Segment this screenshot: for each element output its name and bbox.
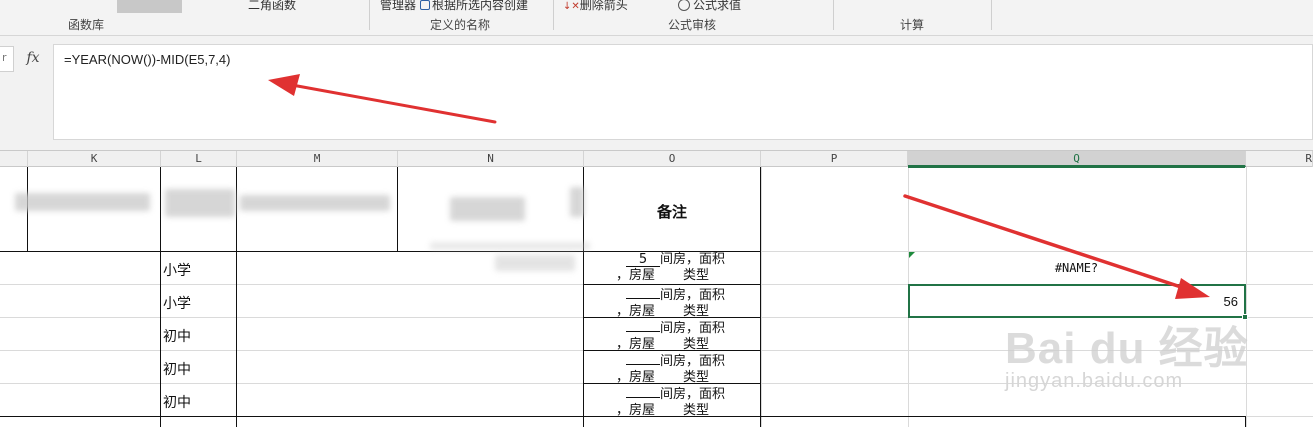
column-header-k[interactable]: K (28, 151, 161, 167)
column-header-p[interactable]: P (761, 151, 908, 167)
baidu-watermark-url: jingyan.baidu.com (1005, 370, 1184, 392)
table-border (160, 167, 161, 427)
house-prefix: ，房屋 (616, 403, 656, 418)
ribbon-separator (991, 0, 992, 30)
formula-bar: r fx =YEAR(NOW())-MID(E5,7,4) (0, 36, 1313, 150)
ribbon-button-evaluate-formula[interactable]: 公式求值 (678, 0, 741, 13)
ribbon-selected-button[interactable] (117, 0, 182, 13)
cell-o-row3[interactable]: 间房，面积 ，房屋 类型 (586, 318, 758, 353)
house-prefix: ，房屋 (616, 337, 656, 352)
cell-o-row2[interactable]: 间房，面积 ，房屋 类型 (586, 285, 758, 320)
table-border (760, 167, 761, 427)
type-suffix: 类型 (683, 304, 710, 319)
baidu-watermark-logo: Bai du 经验 (1005, 324, 1249, 373)
ribbon-button-create-from-selection[interactable]: 根据所选内容创建 (420, 0, 528, 13)
rooms-suffix: 间房，面积 (660, 321, 726, 336)
remove-arrows-label: 删除箭头 (579, 0, 628, 12)
redacted-text (430, 242, 590, 250)
redacted-text (570, 187, 584, 217)
ribbon-button-remove-arrows[interactable]: ↓✕删除箭头 (563, 0, 628, 13)
formula-input[interactable]: =YEAR(NOW())-MID(E5,7,4) (53, 44, 1313, 140)
create-from-selection-label: 根据所选内容创建 (432, 0, 529, 12)
rooms-count (626, 285, 660, 299)
cell-l-row3[interactable]: 初中 (163, 326, 191, 346)
house-prefix: ，房屋 (616, 268, 656, 283)
column-header-row: K L M N O P Q R (0, 150, 1313, 167)
type-suffix: 类型 (683, 268, 710, 283)
cell-l-row2[interactable]: 小学 (163, 293, 191, 313)
error-indicator-icon[interactable] (909, 252, 915, 258)
table-border (397, 167, 398, 251)
cell-l-row4[interactable]: 初中 (163, 359, 191, 379)
group-label-formula-auditing: 公式审核 (668, 18, 717, 32)
group-label-function-library: 函数库 (68, 18, 105, 32)
redacted-text (165, 189, 235, 217)
ribbon-button-trig-functions[interactable]: 二角函数 (248, 0, 296, 13)
cell-o-row1[interactable]: 5 间房，面积 ，房屋 类型 (586, 252, 758, 284)
evaluate-formula-icon (678, 0, 690, 11)
redacted-text (495, 255, 575, 271)
rooms-count: 5 (626, 253, 660, 267)
table-border (236, 167, 237, 427)
table-border (1245, 416, 1246, 427)
grid-line (761, 167, 762, 427)
name-box[interactable]: r (0, 46, 14, 72)
cell-q-error[interactable]: #NAME? (908, 261, 1245, 275)
cell-o-row4[interactable]: 间房，面积 ，房屋 类型 (586, 351, 758, 386)
active-cell-value: 56 (1223, 294, 1238, 309)
redacted-text (450, 197, 525, 221)
column-header-m[interactable]: M (237, 151, 398, 167)
ribbon-separator (553, 0, 554, 30)
ribbon-separator (369, 0, 370, 30)
insert-function-button[interactable]: fx (18, 44, 48, 72)
column-header-partial[interactable] (0, 151, 28, 167)
rooms-suffix: 间房，面积 (660, 288, 726, 303)
column-header-q[interactable]: Q (908, 151, 1246, 167)
remark-header: 备注 (656, 204, 687, 221)
cell-o-row5[interactable]: 间房，面积 ，房屋 类型 (586, 384, 758, 419)
type-suffix: 类型 (683, 370, 710, 385)
type-suffix: 类型 (683, 403, 710, 418)
column-q-selection-edge (908, 167, 1245, 168)
redacted-text (15, 193, 150, 211)
column-header-n[interactable]: N (398, 151, 584, 167)
rooms-suffix: 间房，面积 (660, 354, 726, 369)
group-label-defined-names: 定义的名称 (430, 18, 491, 32)
group-label-calculation: 计算 (900, 18, 925, 32)
rooms-count (626, 384, 660, 398)
house-prefix: ，房屋 (616, 304, 656, 319)
redacted-text (240, 195, 390, 211)
rooms-suffix: 间房，面积 (660, 387, 726, 402)
house-prefix: ，房屋 (616, 370, 656, 385)
cell-l-row5[interactable]: 初中 (163, 392, 191, 412)
column-header-r[interactable]: R (1246, 151, 1313, 167)
ribbon: 二角函数 管理器 根据所选内容创建 ↓✕删除箭头 公式求值 函数库 定义的名称 … (0, 0, 1313, 36)
rooms-count (626, 351, 660, 365)
rooms-count (626, 318, 660, 332)
evaluate-formula-label: 公式求值 (693, 0, 742, 12)
remove-arrows-icon: ↓✕ (563, 1, 580, 12)
type-suffix: 类型 (683, 337, 710, 352)
column-header-l[interactable]: L (161, 151, 237, 167)
create-from-selection-icon (420, 0, 430, 10)
column-header-o[interactable]: O (584, 151, 761, 167)
ribbon-separator (833, 0, 834, 30)
grid-line (1246, 167, 1247, 427)
rooms-suffix: 间房，面积 (660, 252, 726, 267)
cell-l-row1[interactable]: 小学 (163, 260, 191, 280)
ribbon-button-name-manager[interactable]: 管理器 (380, 0, 416, 13)
